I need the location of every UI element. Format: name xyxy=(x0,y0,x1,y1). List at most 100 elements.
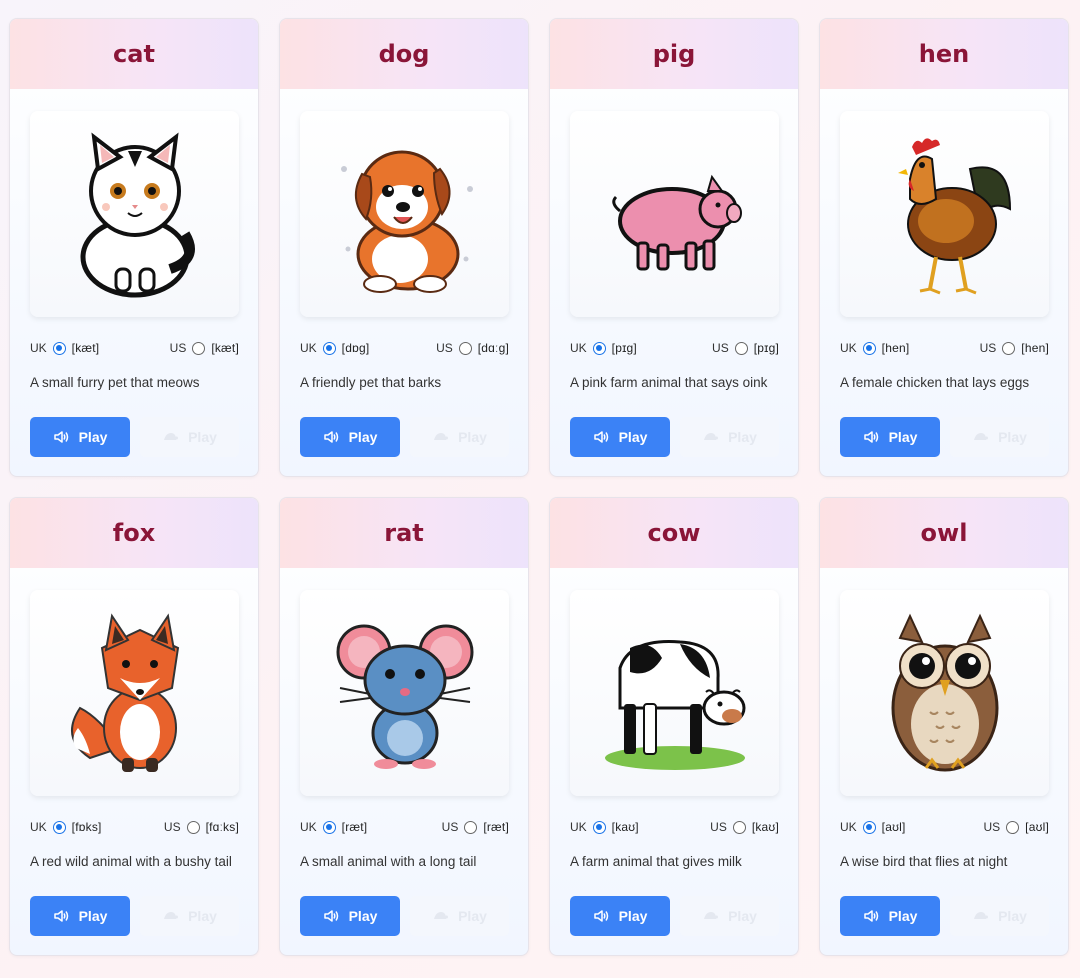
speaker-icon xyxy=(53,910,68,922)
play-label: Play xyxy=(78,429,108,445)
uk-option[interactable]: UK [aʊl] xyxy=(840,820,906,834)
card-header: hen xyxy=(820,19,1068,89)
us-radio[interactable] xyxy=(734,341,748,355)
slow-play-button[interactable]: Play xyxy=(140,417,239,457)
play-button[interactable]: Play xyxy=(570,417,670,457)
uk-option[interactable]: UK [fɒks] xyxy=(30,820,102,834)
slow-play-button[interactable]: Play xyxy=(950,896,1049,936)
speaker-icon xyxy=(323,910,338,922)
uk-ipa: [dɒg] xyxy=(341,341,370,355)
us-ipa: [pɪg] xyxy=(753,341,779,355)
uk-radio[interactable] xyxy=(322,820,336,834)
play-button[interactable]: Play xyxy=(840,417,940,457)
dog-illustration xyxy=(340,150,473,293)
uk-radio[interactable] xyxy=(862,341,876,355)
us-label: US xyxy=(441,820,459,834)
uk-ipa: [hen] xyxy=(881,341,910,355)
word-title: cat xyxy=(113,40,155,68)
speaker-icon xyxy=(593,910,608,922)
word-description: A female chicken that lays eggs xyxy=(840,375,1030,390)
us-radio[interactable] xyxy=(1002,341,1016,355)
uk-radio[interactable] xyxy=(52,341,66,355)
word-card-owl: owl UK [aʊl] US [aʊl] A wise bird that fli… xyxy=(819,497,1069,956)
slow-play-button[interactable]: Play xyxy=(950,417,1049,457)
cat-illustration xyxy=(80,132,195,298)
us-option[interactable]: US [ræt] xyxy=(442,820,509,834)
speaker-icon xyxy=(53,431,68,443)
uk-radio[interactable] xyxy=(592,820,606,834)
slow-play-button[interactable]: Play xyxy=(680,896,779,936)
uk-option[interactable]: UK [ræt] xyxy=(300,820,367,834)
turtle-icon xyxy=(434,912,449,919)
slow-play-label: Play xyxy=(998,429,1027,445)
slow-play-label: Play xyxy=(188,908,217,924)
us-option[interactable]: US [dɑːg] xyxy=(436,341,509,355)
word-title: dog xyxy=(378,40,430,68)
play-button[interactable]: Play xyxy=(30,417,130,457)
pronunciation-row: UK [aʊl] US [aʊl] xyxy=(840,820,1049,834)
pronunciation-row: UK [dɒg] US [dɑːg] xyxy=(300,341,509,355)
uk-option[interactable]: UK [dɒg] xyxy=(300,341,369,355)
word-title: fox xyxy=(112,519,156,547)
slow-play-label: Play xyxy=(458,908,487,924)
uk-radio[interactable] xyxy=(322,341,336,355)
slow-play-label: Play xyxy=(998,908,1027,924)
us-radio[interactable] xyxy=(732,820,746,834)
play-label: Play xyxy=(888,908,918,924)
card-header: rat xyxy=(280,498,528,568)
speaker-icon xyxy=(863,431,878,443)
us-ipa: [aʊl] xyxy=(1025,820,1049,834)
word-card-cow: cow UK [kaʊ] US [kaʊ] A farm animal that g… xyxy=(549,497,799,956)
us-label: US xyxy=(710,820,727,834)
slow-play-button[interactable]: Play xyxy=(410,417,509,457)
us-option[interactable]: US [aʊl] xyxy=(984,820,1050,834)
uk-ipa: [aʊl] xyxy=(881,820,906,834)
uk-option[interactable]: UK [kæt] xyxy=(30,341,99,355)
uk-option[interactable]: UK [hen] xyxy=(840,341,909,355)
uk-label: UK xyxy=(840,341,857,355)
us-option[interactable]: US [hen] xyxy=(980,341,1049,355)
us-option[interactable]: US [kæt] xyxy=(170,341,239,355)
word-description: A wise bird that flies at night xyxy=(840,854,1008,869)
card-header: fox xyxy=(10,498,258,568)
us-radio[interactable] xyxy=(458,341,472,355)
speaker-icon xyxy=(863,910,878,922)
cow-illustration xyxy=(604,640,745,770)
play-label: Play xyxy=(618,429,648,445)
us-label: US xyxy=(163,820,181,834)
animal-image-pig xyxy=(570,111,779,317)
card-header: dog xyxy=(280,19,528,89)
us-radio[interactable] xyxy=(464,820,478,834)
us-option[interactable]: US [pɪg] xyxy=(712,341,779,355)
pronunciation-row: UK [pɪg] US [pɪg] xyxy=(570,341,779,355)
us-radio[interactable] xyxy=(1006,820,1020,834)
word-description: A friendly pet that barks xyxy=(300,375,442,390)
slow-play-button[interactable]: Play xyxy=(140,896,239,936)
card-header: cow xyxy=(550,498,798,568)
us-radio[interactable] xyxy=(186,820,200,834)
play-label: Play xyxy=(618,908,648,924)
us-label: US xyxy=(712,341,729,355)
play-button[interactable]: Play xyxy=(30,896,130,936)
play-button[interactable]: Play xyxy=(840,896,940,936)
play-label: Play xyxy=(78,908,108,924)
word-card-pig: pig UK [pɪg] US [pɪg] A pink farm animal t… xyxy=(549,18,799,477)
play-button[interactable]: Play xyxy=(570,896,670,936)
uk-ipa: [kaʊ] xyxy=(611,820,639,834)
card-header: cat xyxy=(10,19,258,89)
play-button[interactable]: Play xyxy=(300,417,400,457)
slow-play-button[interactable]: Play xyxy=(680,417,779,457)
uk-option[interactable]: UK [kaʊ] xyxy=(570,820,639,834)
us-radio[interactable] xyxy=(192,341,206,355)
uk-radio[interactable] xyxy=(862,820,876,834)
uk-label: UK xyxy=(30,820,47,834)
pronunciation-row: UK [hen] US [hen] xyxy=(840,341,1049,355)
us-label: US xyxy=(436,341,453,355)
us-option[interactable]: US [fɑːks] xyxy=(164,820,239,834)
uk-option[interactable]: UK [pɪg] xyxy=(570,341,637,355)
uk-radio[interactable] xyxy=(592,341,606,355)
uk-radio[interactable] xyxy=(52,820,66,834)
play-button[interactable]: Play xyxy=(300,896,400,936)
us-option[interactable]: US [kaʊ] xyxy=(710,820,779,834)
slow-play-button[interactable]: Play xyxy=(410,896,509,936)
